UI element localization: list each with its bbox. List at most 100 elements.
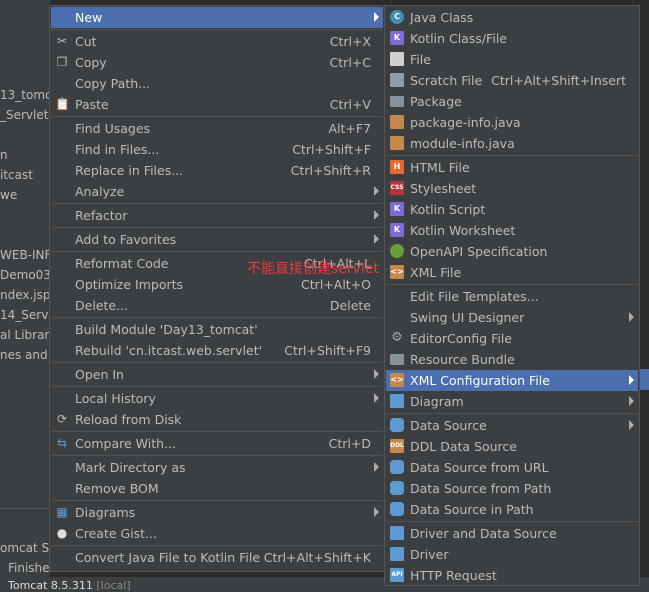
menu-separator — [51, 29, 383, 30]
menu-item-label: module-info.java — [410, 136, 515, 151]
chevron-right-icon — [374, 507, 379, 517]
menu-item-label: File — [410, 52, 431, 67]
gear-icon: ⚙ — [391, 330, 403, 345]
menu-item-add-to-favorites[interactable]: Add to Favorites — [51, 229, 383, 250]
menu-item-delete[interactable]: Delete... Delete — [51, 295, 383, 316]
menu-item-label: Kotlin Script — [410, 202, 486, 217]
project-tree-item[interactable]: nes and C — [0, 348, 50, 362]
project-tree-item[interactable]: 13_tomc — [0, 88, 50, 102]
project-tree-item[interactable]: ndex.jsp — [0, 288, 50, 302]
menu-item-copy[interactable]: ❐ Copy Ctrl+C — [51, 52, 383, 73]
project-tree-item[interactable]: we — [0, 188, 50, 202]
new-driver-and-data-source[interactable]: Driver and Data Source — [386, 523, 638, 544]
menu-item-shortcut: Ctrl+Alt+Shift+Insert — [491, 73, 626, 88]
new-xml-configuration-file[interactable]: <> XML Configuration File — [386, 370, 638, 391]
tomcat-tab-label[interactable]: omcat Se — [0, 541, 50, 555]
menu-item-shortcut: Ctrl+Shift+R — [290, 163, 371, 178]
menu-item-shortcut: Delete — [329, 298, 371, 313]
new-module-info-java[interactable]: module-info.java — [386, 133, 638, 154]
chevron-right-icon — [629, 375, 634, 385]
menu-item-label: Rebuild 'cn.itcast.web.servlet' — [75, 343, 263, 358]
paste-icon: 📋 — [55, 97, 70, 111]
new-data-source-from-path[interactable]: Data Source from Path — [386, 478, 638, 499]
menu-item-diagrams[interactable]: ▦ Diagrams — [51, 502, 383, 523]
new-kotlin-class-file[interactable]: K Kotlin Class/File — [386, 28, 638, 49]
chevron-right-icon — [374, 234, 379, 244]
menu-item-new[interactable]: New — [51, 7, 383, 28]
new-driver[interactable]: Driver — [386, 544, 638, 565]
menu-item-label: Java Class — [410, 10, 474, 25]
menu-item-build-module-day13-tomcat[interactable]: Build Module 'Day13_tomcat' — [51, 319, 383, 340]
menu-item-label: New — [75, 10, 103, 25]
menu-item-open-in[interactable]: Open In — [51, 364, 383, 385]
new-data-source[interactable]: Data Source — [386, 415, 638, 436]
package-icon — [390, 96, 404, 107]
project-tree-item[interactable]: itcast — [0, 168, 50, 182]
compare-icon: ⇆ — [56, 436, 68, 450]
chevron-right-icon — [629, 420, 634, 430]
project-tree-item[interactable]: n — [0, 148, 50, 162]
menu-separator — [386, 521, 638, 522]
menu-item-analyze[interactable]: Analyze — [51, 181, 383, 202]
new-file[interactable]: File — [386, 49, 638, 70]
menu-item-remove-bom[interactable]: Remove BOM — [51, 478, 383, 499]
menu-item-create-gist[interactable]: ● Create Gist... — [51, 523, 383, 544]
new-kotlin-script[interactable]: K Kotlin Script — [386, 199, 638, 220]
project-tree-item[interactable]: 14_Servl — [0, 308, 50, 322]
menu-separator — [51, 317, 383, 318]
new-resource-bundle[interactable]: Resource Bundle — [386, 349, 638, 370]
data-source-icon — [390, 418, 404, 432]
menu-item-label: Reload from Disk — [75, 412, 182, 427]
new-http-request[interactable]: API HTTP Request — [386, 565, 638, 586]
menu-item-label: HTTP Request — [410, 568, 497, 583]
menu-item-label: Convert Java File to Kotlin File — [75, 550, 261, 565]
menu-item-reload-from-disk[interactable]: ⟳ Reload from Disk — [51, 409, 383, 430]
menu-item-refactor[interactable]: Refactor — [51, 205, 383, 226]
new-package-info-java[interactable]: package-info.java — [386, 112, 638, 133]
menu-item-local-history[interactable]: Local History — [51, 388, 383, 409]
copy-icon: ❐ — [56, 55, 68, 69]
new-kotlin-worksheet[interactable]: K Kotlin Worksheet — [386, 220, 638, 241]
menu-item-rebuild-cn-itcast-web-servlet[interactable]: Rebuild 'cn.itcast.web.servlet' Ctrl+Shif… — [51, 340, 383, 361]
project-tree-item[interactable]: al Librari — [0, 328, 50, 342]
menu-item-label: Copy — [75, 55, 107, 70]
new-xml-file[interactable]: <> XML File — [386, 262, 638, 283]
menu-item-label: Data Source — [410, 418, 487, 433]
menu-item-label: Mark Directory as — [75, 460, 186, 475]
new-ddl-data-source[interactable]: DDL DDL Data Source — [386, 436, 638, 457]
new-edit-file-templates[interactable]: Edit File Templates... — [386, 286, 638, 307]
new-java-class[interactable]: C Java Class — [386, 7, 638, 28]
menu-separator — [51, 251, 383, 252]
reload-icon: ⟳ — [56, 412, 68, 426]
menu-item-copy-path[interactable]: Copy Path... — [51, 73, 383, 94]
new-stylesheet[interactable]: CSS Stylesheet — [386, 178, 638, 199]
menu-item-label: Driver and Data Source — [410, 526, 557, 541]
menu-item-label: Add to Favorites — [75, 232, 177, 247]
new-editorconfig-file[interactable]: ⚙ EditorConfig File — [386, 328, 638, 349]
menu-item-compare-with[interactable]: ⇆ Compare With... Ctrl+D — [51, 433, 383, 454]
new-package[interactable]: Package — [386, 91, 638, 112]
project-tree-item[interactable]: WEB-INF — [0, 248, 50, 262]
new-data-source-from-url[interactable]: Data Source from URL — [386, 457, 638, 478]
new-swing-ui-designer[interactable]: Swing UI Designer — [386, 307, 638, 328]
new-data-source-in-path[interactable]: Data Source in Path — [386, 499, 638, 520]
xml-config-submenu-edge[interactable] — [640, 369, 649, 390]
menu-item-label: Diagrams — [75, 505, 136, 520]
menu-item-convert-java-file-to-kotlin-file[interactable]: Convert Java File to Kotlin File Ctrl+Alt… — [51, 547, 383, 568]
project-tree-item[interactable]: _Servlet — [0, 108, 50, 122]
menu-item-replace-in-files[interactable]: Replace in Files... Ctrl+Shift+R — [51, 160, 383, 181]
menu-item-cut[interactable]: ✂ Cut Ctrl+X — [51, 31, 383, 52]
menu-item-find-in-files[interactable]: Find in Files... Ctrl+Shift+F — [51, 139, 383, 160]
new-scratch-file[interactable]: Scratch File Ctrl+Alt+Shift+Insert — [386, 70, 638, 91]
menu-item-label: Data Source in Path — [410, 502, 534, 517]
new-diagram[interactable]: Diagram — [386, 391, 638, 412]
menu-item-label: Refactor — [75, 208, 128, 223]
menu-item-label: XML File — [410, 265, 462, 280]
resource-bundle-icon — [390, 354, 404, 365]
new-openapi-specification[interactable]: OpenAPI Specification — [386, 241, 638, 262]
menu-item-find-usages[interactable]: Find Usages Alt+F7 — [51, 118, 383, 139]
menu-item-paste[interactable]: 📋 Paste Ctrl+V — [51, 94, 383, 115]
project-tree-item[interactable]: Demo03 — [0, 268, 50, 282]
new-html-file[interactable]: H HTML File — [386, 157, 638, 178]
menu-item-mark-directory-as[interactable]: Mark Directory as — [51, 457, 383, 478]
